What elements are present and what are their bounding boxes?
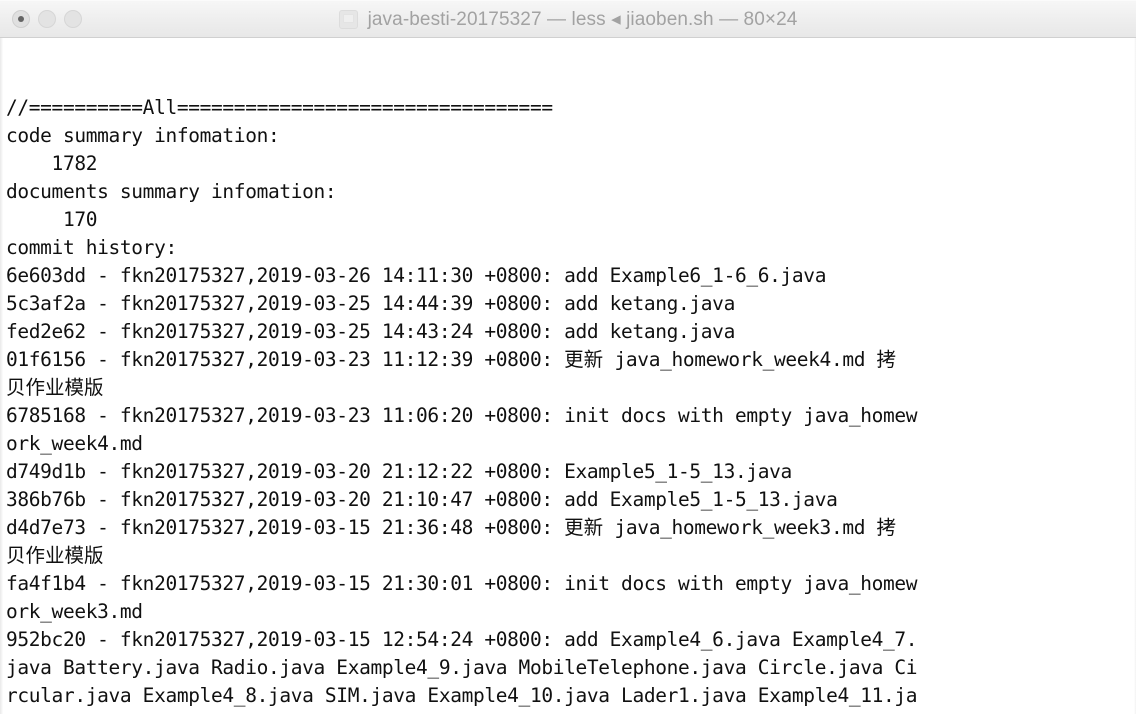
terminal-text: java_homework_week3.md (603, 516, 877, 539)
terminal-line: 6785168 - fkn20175327,2019-03-23 11:06:2… (6, 404, 918, 427)
terminal-line: 1782 (6, 152, 98, 175)
window-controls (12, 9, 82, 28)
terminal-line: //==========All=========================… (6, 96, 553, 119)
terminal-line: d749d1b - fkn20175327,2019-03-20 21:12:2… (6, 460, 792, 483)
terminal-screen: //==========All=========================… (6, 94, 1132, 710)
terminal-text: d4d7e73 - fkn20175327,2019-03-15 21:36:4… (6, 516, 565, 539)
terminal-body[interactable]: //==========All=========================… (0, 38, 1136, 714)
terminal-line: fa4f1b4 - fkn20175327,2019-03-15 21:30:0… (6, 572, 918, 595)
terminal-text-cjk: 拷 (876, 348, 897, 371)
window-title-group: java-besti-20175327 — less ◂ jiaoben.sh … (0, 0, 1136, 37)
terminal-text-cjk: 拷 (876, 516, 897, 539)
terminal-line: 贝作业模版 (6, 374, 1132, 402)
terminal-text: java_homework_week4.md (603, 348, 877, 371)
terminal-line: code summary infomation: (6, 124, 280, 147)
maximize-button[interactable] (64, 9, 82, 28)
window-titlebar[interactable]: java-besti-20175327 — less ◂ jiaoben.sh … (0, 0, 1136, 38)
terminal-line: commit history: (6, 236, 177, 259)
terminal-line: fed2e62 - fkn20175327,2019-03-25 14:43:2… (6, 320, 735, 343)
terminal-text-cjk: 更新 (564, 516, 604, 539)
terminal-line: d4d7e73 - fkn20175327,2019-03-15 21:36:4… (6, 514, 1132, 542)
terminal-window: java-besti-20175327 — less ◂ jiaoben.sh … (0, 0, 1136, 714)
close-button[interactable] (12, 9, 30, 28)
terminal-line: rcular.java Example4_8.java SIM.java Exa… (6, 684, 918, 707)
terminal-line: ork_week4.md (6, 432, 143, 455)
terminal-text-cjk: 更新 (564, 348, 604, 371)
terminal-line: 6e603dd - fkn20175327,2019-03-26 14:11:3… (6, 264, 827, 287)
terminal-line: documents summary infomation: (6, 180, 337, 203)
terminal-line: 01f6156 - fkn20175327,2019-03-23 11:12:3… (6, 346, 1132, 374)
terminal-line: 贝作业模版 (6, 542, 1132, 570)
minimize-button[interactable] (38, 9, 56, 28)
window-title: java-besti-20175327 — less ◂ jiaoben.sh … (367, 8, 798, 30)
terminal-document-icon (338, 9, 358, 29)
terminal-line: 5c3af2a - fkn20175327,2019-03-25 14:44:3… (6, 292, 735, 315)
terminal-line: 170 (6, 208, 98, 231)
terminal-text-cjk: 贝作业模版 (6, 376, 104, 399)
terminal-line: java Battery.java Radio.java Example4_9.… (6, 656, 918, 679)
terminal-line: 386b76b - fkn20175327,2019-03-20 21:10:4… (6, 488, 838, 511)
terminal-line: ork_week3.md (6, 600, 143, 623)
terminal-line: 952bc20 - fkn20175327,2019-03-15 12:54:2… (6, 628, 918, 651)
terminal-text-cjk: 贝作业模版 (6, 544, 104, 567)
terminal-text: 01f6156 - fkn20175327,2019-03-23 11:12:3… (6, 348, 565, 371)
